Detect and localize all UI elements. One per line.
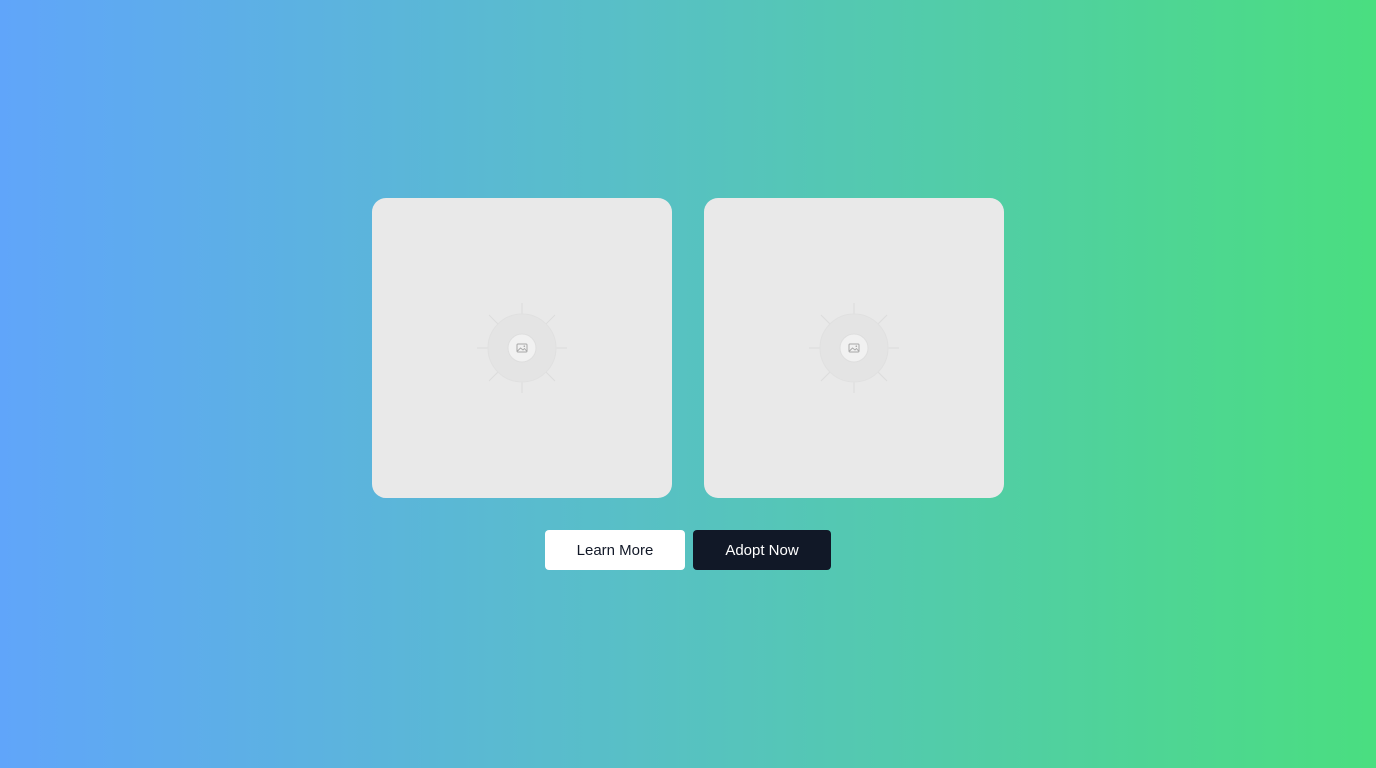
image-placeholder-icon (809, 303, 899, 393)
adopt-now-button[interactable]: Adopt Now (693, 530, 831, 570)
image-placeholder-icon (477, 303, 567, 393)
learn-more-button[interactable]: Learn More (545, 530, 685, 570)
image-card-2 (704, 198, 1004, 498)
image-card-1 (372, 198, 672, 498)
image-cards (372, 198, 1004, 498)
action-buttons: Learn More Adopt Now (545, 530, 831, 570)
